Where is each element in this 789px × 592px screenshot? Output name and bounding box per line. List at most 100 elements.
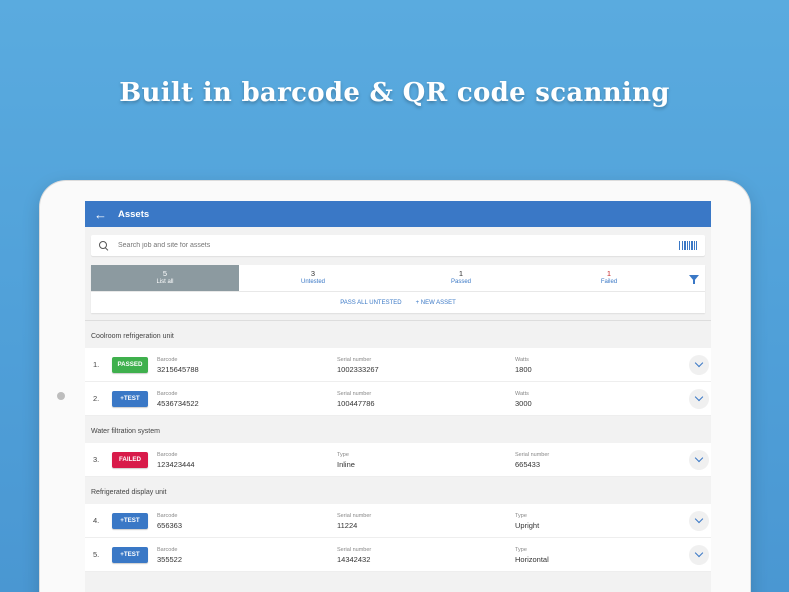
field-label: Watts xyxy=(515,390,529,397)
tab-count: 1 xyxy=(458,269,464,278)
field-label: Barcode xyxy=(157,390,178,397)
status-badge[interactable]: FAILED xyxy=(112,451,148,468)
field-label: Serial number xyxy=(337,512,372,519)
field-value: 1800 xyxy=(515,364,532,374)
field-secondary: Type Inline xyxy=(337,451,355,469)
filter-icon xyxy=(689,275,699,284)
group-title: Water filtration system xyxy=(91,428,160,435)
arrow-left-icon[interactable]: ← xyxy=(94,207,118,222)
field-value: 11224 xyxy=(337,520,358,530)
add-test-button[interactable]: +TEST xyxy=(112,512,148,529)
field-value: Horizontal xyxy=(515,554,549,564)
field-secondary: Serial number 1002333267 xyxy=(337,356,379,374)
field-value: Inline xyxy=(337,459,355,469)
field-value: 656363 xyxy=(157,520,183,530)
status-badge[interactable]: PASSED xyxy=(112,356,148,373)
tab-label: Untested xyxy=(300,279,325,285)
tab-failed[interactable]: 1 Failed xyxy=(535,265,683,291)
asset-row[interactable]: 3. FAILED Barcode 123423444 Type Inline … xyxy=(85,443,711,477)
field-label: Barcode xyxy=(157,451,178,458)
divider xyxy=(85,313,711,321)
field-barcode: Barcode 656363 xyxy=(157,512,182,530)
page-title: Assets xyxy=(118,208,150,220)
field-tertiary: Type Horizontal xyxy=(515,546,549,564)
field-value: 3215645788 xyxy=(157,364,199,374)
headline: Built in barcode & QR code scanning xyxy=(119,78,670,108)
app-bar: ← Assets xyxy=(85,201,711,227)
field-label: Serial number xyxy=(337,390,372,397)
field-label: Type xyxy=(515,512,527,519)
status-tabs: 5 List all 3 Untested 1 Passed 1 Failed xyxy=(91,265,705,291)
tab-list-all[interactable]: 5 List all xyxy=(91,265,239,291)
add-test-button[interactable]: +TEST xyxy=(112,546,148,563)
asset-row[interactable]: 4. +TEST Barcode 656363 Serial number 11… xyxy=(85,504,711,538)
field-value: 1002333267 xyxy=(337,364,379,374)
pass-all-untested-button[interactable]: PASS ALL UNTESTED xyxy=(340,300,401,306)
barcode-scan-icon[interactable] xyxy=(679,241,697,250)
field-value: Upright xyxy=(515,520,540,530)
field-value: 14342432 xyxy=(337,554,371,564)
filter-button[interactable] xyxy=(683,265,705,291)
row-number: 3. xyxy=(93,455,100,464)
row-number: 5. xyxy=(93,550,100,559)
tab-label: Failed xyxy=(600,279,618,285)
field-tertiary: Watts 3000 xyxy=(515,390,532,408)
field-barcode: Barcode 3215645788 xyxy=(157,356,199,374)
asset-row[interactable]: 1. PASSED Barcode 3215645788 Serial numb… xyxy=(85,348,711,382)
search-input[interactable] xyxy=(118,242,679,249)
bulk-actions: PASS ALL UNTESTED + NEW ASSET xyxy=(91,291,705,313)
chevron-down-icon[interactable] xyxy=(689,510,709,531)
app-screen: ← Assets 5 List all 3 Untested 1 xyxy=(85,201,711,592)
field-secondary: Serial number 14342432 xyxy=(337,546,371,564)
tab-label: Passed xyxy=(450,279,471,285)
asset-list: Coolroom refrigeration unit 1. PASSED Ba… xyxy=(85,321,711,572)
field-label: Type xyxy=(515,546,527,553)
new-asset-button[interactable]: + NEW ASSET xyxy=(416,300,456,306)
field-label: Barcode xyxy=(157,512,178,519)
tab-count: 1 xyxy=(606,269,612,278)
tab-untested[interactable]: 3 Untested xyxy=(239,265,387,291)
group-title: Refrigerated display unit xyxy=(91,489,167,496)
field-barcode: Barcode 4536734522 xyxy=(157,390,199,408)
tab-passed[interactable]: 1 Passed xyxy=(387,265,535,291)
field-barcode: Barcode 355522 xyxy=(157,546,182,564)
field-tertiary: Watts 1800 xyxy=(515,356,532,374)
row-number: 1. xyxy=(93,360,100,369)
chevron-down-icon[interactable] xyxy=(689,354,709,375)
filter-card: 5 List all 3 Untested 1 Passed 1 Failed xyxy=(91,265,705,313)
field-label: Barcode xyxy=(157,356,178,363)
field-value: 4536734522 xyxy=(157,398,199,408)
group-title: Coolroom refrigeration unit xyxy=(91,333,174,340)
field-tertiary: Serial number 665433 xyxy=(515,451,549,469)
field-value: 123423444 xyxy=(157,459,195,469)
tab-count: 5 xyxy=(162,269,168,278)
tablet-camera xyxy=(57,392,65,400)
field-value: 3000 xyxy=(515,398,532,408)
field-value: 355522 xyxy=(157,554,183,564)
chevron-down-icon[interactable] xyxy=(689,388,709,409)
search-icon xyxy=(99,240,109,251)
field-value: 100447786 xyxy=(337,398,375,408)
field-label: Serial number xyxy=(337,356,372,363)
field-label: Watts xyxy=(515,356,529,363)
field-label: Serial number xyxy=(337,546,372,553)
controls-panel: 5 List all 3 Untested 1 Passed 1 Failed xyxy=(85,227,711,313)
field-secondary: Serial number 100447786 xyxy=(337,390,375,408)
tab-count: 3 xyxy=(310,269,316,278)
field-label: Barcode xyxy=(157,546,178,553)
asset-row[interactable]: 5. +TEST Barcode 355522 Serial number 14… xyxy=(85,538,711,572)
chevron-down-icon[interactable] xyxy=(689,449,709,470)
field-value: 665433 xyxy=(515,459,541,469)
add-test-button[interactable]: +TEST xyxy=(112,390,148,407)
asset-row[interactable]: 2. +TEST Barcode 4536734522 Serial numbe… xyxy=(85,382,711,416)
chevron-down-icon[interactable] xyxy=(689,544,709,565)
field-secondary: Serial number 11224 xyxy=(337,512,371,530)
field-barcode: Barcode 123423444 xyxy=(157,451,195,469)
field-label: Type xyxy=(337,451,349,458)
tab-label: List all xyxy=(156,279,174,285)
search-bar xyxy=(91,235,705,256)
field-tertiary: Type Upright xyxy=(515,512,539,530)
row-number: 4. xyxy=(93,516,100,525)
field-label: Serial number xyxy=(515,451,550,458)
row-number: 2. xyxy=(93,394,100,403)
